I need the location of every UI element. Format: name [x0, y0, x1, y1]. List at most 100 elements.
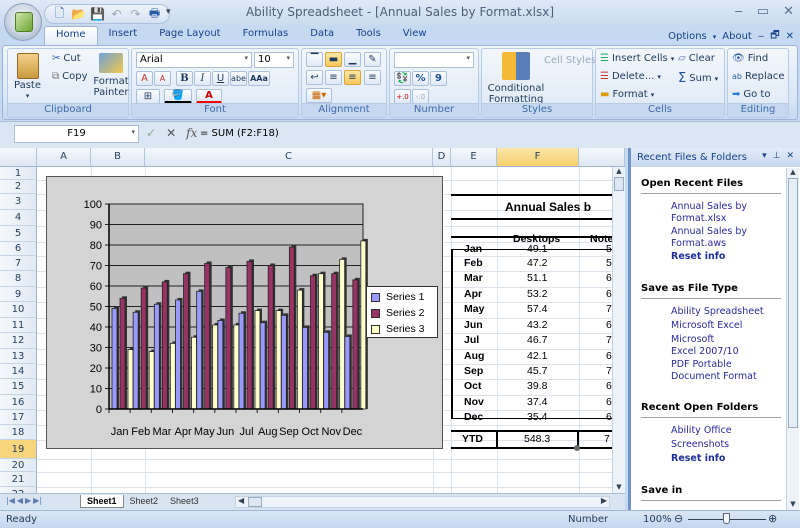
recent-file-link[interactable]: Annual Sales by Format.xlsx: [671, 201, 766, 225]
row-header-20[interactable]: 20: [0, 459, 37, 472]
cancel-icon[interactable]: ✕: [166, 126, 176, 140]
notebooks-cell[interactable]: 6: [606, 396, 612, 408]
row-header-5[interactable]: 5: [0, 226, 37, 242]
tab-tools[interactable]: Tools: [345, 26, 392, 45]
zoom-slider-thumb[interactable]: [723, 513, 730, 524]
chart-legend[interactable]: Series 1 Series 2 Series 3: [366, 286, 438, 338]
confirm-icon[interactable]: ✓: [146, 126, 156, 140]
font-size-select[interactable]: 10 ▾: [254, 52, 294, 68]
month-cell[interactable]: Jun: [464, 319, 483, 331]
pane-scroll-thumb[interactable]: [788, 178, 798, 428]
currency-button[interactable]: 💱: [394, 71, 411, 86]
app-menu-button[interactable]: [4, 3, 42, 41]
bar-series-1[interactable]: [175, 299, 181, 410]
comma-button[interactable]: 9: [430, 71, 447, 86]
desktops-cell[interactable]: 43.2: [527, 319, 547, 331]
month-cell[interactable]: Jan: [464, 243, 482, 255]
pane-dropdown-icon[interactable]: ▾: [762, 151, 767, 161]
column-header-f[interactable]: F: [497, 148, 579, 167]
bar-series-1[interactable]: [323, 331, 330, 410]
close-icon[interactable]: ✕: [783, 4, 794, 19]
last-sheet-icon[interactable]: ▶|: [33, 496, 42, 505]
clear-button[interactable]: ▱ Clear: [678, 53, 715, 64]
scroll-up-icon[interactable]: ▲: [613, 167, 625, 175]
scroll-left-icon[interactable]: ◀: [238, 496, 244, 505]
align-bottom-button[interactable]: ▁: [344, 52, 361, 67]
notebooks-cell[interactable]: 7: [606, 303, 612, 315]
month-cell[interactable]: Aug: [464, 350, 484, 362]
scroll-down-icon[interactable]: ▼: [613, 483, 625, 491]
pane-scrollbar[interactable]: ▲ ▼: [786, 168, 799, 510]
doc-close-icon[interactable]: ✕: [786, 31, 794, 42]
bar-series-2[interactable]: [310, 275, 316, 410]
desktops-cell[interactable]: 53.2: [527, 288, 547, 300]
align-left-button[interactable]: ≡: [325, 70, 342, 85]
copy-button[interactable]: ⧉ Copy: [52, 71, 88, 82]
reset-info-link[interactable]: Reset info: [671, 453, 766, 465]
underline-button[interactable]: U: [212, 71, 229, 86]
bar-series-1[interactable]: [238, 312, 245, 410]
decrease-decimal-button[interactable]: -.0: [412, 89, 429, 104]
bar-series-3[interactable]: [275, 310, 282, 410]
row-header-6[interactable]: 6: [0, 242, 37, 256]
bar-series-3[interactable]: [191, 336, 197, 410]
zoom-in-icon[interactable]: ⊕: [768, 512, 777, 525]
name-box[interactable]: F19 ▾: [14, 125, 139, 143]
file-type-link[interactable]: PDF Portable Document Format: [671, 359, 766, 383]
desktops-cell[interactable]: 37.4: [527, 396, 547, 408]
change-case-button[interactable]: AAa: [248, 71, 270, 86]
month-cell[interactable]: Oct: [464, 380, 482, 392]
sheet-tab-3[interactable]: Sheet3: [164, 495, 205, 508]
column-header-g[interactable]: [579, 148, 625, 167]
sheet-tab-2[interactable]: Sheet2: [124, 495, 165, 508]
desktops-cell[interactable]: 35.4: [527, 411, 547, 423]
bar-series-2[interactable]: [352, 279, 359, 410]
replace-button[interactable]: ab Replace: [732, 71, 785, 82]
bold-button[interactable]: B: [176, 71, 193, 86]
bar-series-1[interactable]: [111, 307, 118, 410]
cut-button[interactable]: ✂ Cut: [52, 53, 81, 64]
minimize-icon[interactable]: ‒: [735, 4, 743, 19]
fill-handle[interactable]: [574, 445, 580, 451]
row-header-15[interactable]: 15: [0, 379, 37, 395]
find-button[interactable]: 👁 Find: [732, 53, 768, 64]
column-header-b[interactable]: B: [91, 148, 145, 167]
doc-minimize-icon[interactable]: ‒: [758, 31, 764, 42]
desktops-cell[interactable]: 57.4: [527, 303, 547, 315]
ytd-desktops-cell[interactable]: 548.3: [524, 433, 550, 445]
row-header-11[interactable]: 11: [0, 318, 37, 333]
grow-font-button[interactable]: A: [136, 71, 153, 86]
first-sheet-icon[interactable]: |◀: [6, 496, 15, 505]
bar-series-1[interactable]: [153, 303, 160, 410]
bar-series-2[interactable]: [204, 263, 211, 410]
file-type-link[interactable]: Microsoft Excel 2007/10: [671, 334, 741, 358]
strikethrough-button[interactable]: abe: [230, 71, 247, 86]
desktops-cell[interactable]: 47.2: [527, 257, 547, 269]
bar-series-2[interactable]: [119, 297, 126, 410]
notebooks-cell[interactable]: 6: [606, 288, 612, 300]
increase-decimal-button[interactable]: +.0: [394, 89, 411, 104]
wrap-text-button[interactable]: ↩: [306, 70, 323, 85]
pane-scroll-up-icon[interactable]: ▲: [787, 168, 799, 176]
notebooks-cell[interactable]: 7: [606, 334, 612, 346]
month-cell[interactable]: Jul: [464, 334, 479, 346]
format-cells-button[interactable]: ▬ Format ▾: [600, 89, 654, 100]
row-header-17[interactable]: 17: [0, 410, 37, 425]
bar-series-1[interactable]: [259, 322, 266, 410]
bar-series-3[interactable]: [339, 258, 346, 410]
options-menu[interactable]: Options: [668, 31, 707, 42]
bar-series-1[interactable]: [344, 336, 351, 410]
notebooks-cell[interactable]: 6: [606, 319, 612, 331]
align-top-button[interactable]: ▔: [306, 52, 323, 67]
maximize-icon[interactable]: ▭: [757, 4, 769, 19]
scroll-right-icon[interactable]: ▶: [601, 496, 607, 505]
sheet-tab-1[interactable]: Sheet1: [80, 495, 124, 508]
bar-series-1[interactable]: [302, 327, 308, 410]
bar-series-3[interactable]: [127, 349, 134, 410]
fill-color-button[interactable]: 🪣: [164, 89, 192, 104]
bar-series-3[interactable]: [296, 289, 303, 410]
row-header-10[interactable]: 10: [0, 302, 37, 318]
month-cell[interactable]: Feb: [464, 257, 483, 269]
notebooks-cell[interactable]: 6: [606, 380, 612, 392]
vertical-scrollbar[interactable]: ▲ ▼: [612, 167, 625, 493]
